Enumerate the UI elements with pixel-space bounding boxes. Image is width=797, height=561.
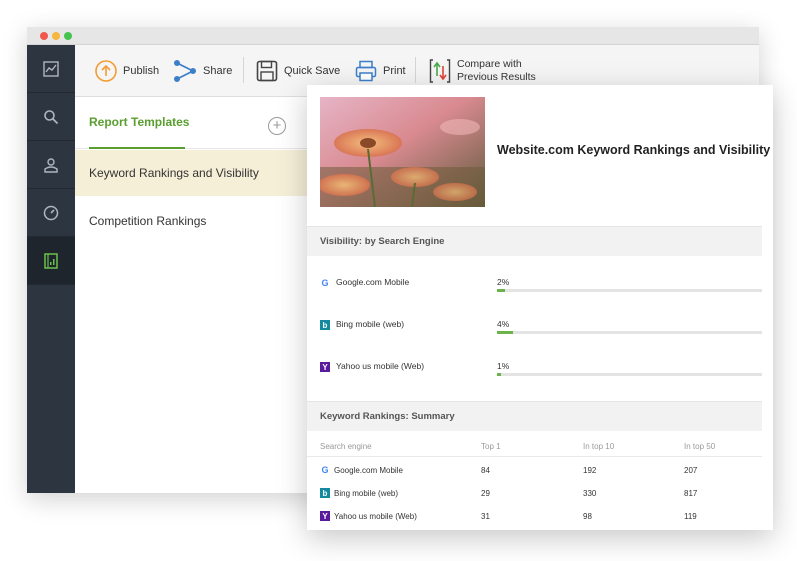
- visibility-bar-track: [497, 289, 762, 292]
- visibility-bar-fill: [497, 373, 501, 376]
- report-preview: Website.com Keyword Rankings and Visibil…: [307, 85, 773, 530]
- yahoo-icon: Y: [320, 362, 330, 372]
- top10-value: 98: [583, 512, 592, 521]
- engine-name: Google.com Mobile: [336, 277, 410, 287]
- engine-name: Yahoo us mobile (Web): [334, 512, 417, 521]
- save-icon: [256, 60, 278, 82]
- chart-line-icon: [43, 60, 59, 77]
- top10-value: 192: [583, 466, 597, 475]
- report-cover-image: [320, 97, 485, 207]
- share-button[interactable]: Share: [173, 45, 232, 97]
- share-icon: [174, 60, 196, 82]
- nav-reports-button[interactable]: [27, 237, 75, 285]
- visibility-bar-fill: [497, 331, 513, 334]
- bing-icon: b: [320, 320, 330, 330]
- toolbar-divider: [243, 57, 244, 83]
- quick-save-label: Quick Save: [284, 65, 341, 77]
- top50-value: 207: [684, 466, 698, 475]
- user-icon: [44, 157, 58, 173]
- column-header: Search engine: [320, 442, 372, 451]
- compare-label-line2: Previous Results: [457, 71, 536, 83]
- search-icon: [44, 109, 59, 124]
- active-tab-underline: [89, 147, 185, 149]
- report-icon: [44, 252, 58, 269]
- report-templates-panel: Report Templates + Keyword Rankings and …: [75, 97, 307, 493]
- column-header: In top 50: [684, 442, 716, 451]
- close-window-button[interactable]: [40, 32, 48, 40]
- maximize-window-button[interactable]: [64, 32, 72, 40]
- visibility-bar-fill: [497, 289, 505, 292]
- visibility-percent: 1%: [497, 361, 510, 371]
- top1-value: 31: [481, 512, 490, 521]
- engine-name: Bing mobile (web): [336, 319, 405, 329]
- top50-value: 119: [684, 512, 697, 521]
- visibility-bar-track: [497, 331, 762, 334]
- google-icon: G: [321, 278, 329, 288]
- compare-label: Compare with Previous Results: [457, 58, 536, 84]
- top1-value: 84: [481, 466, 490, 475]
- visibility-percent: 4%: [497, 319, 510, 329]
- google-icon: G: [321, 465, 329, 475]
- title-bar: [27, 27, 759, 45]
- template-item-label: Keyword Rankings and Visibility: [89, 166, 259, 180]
- nav-rankings-button[interactable]: [27, 45, 75, 93]
- visibility-section-heading: Visibility: by Search Engine: [307, 226, 762, 256]
- top1-value: 29: [481, 489, 490, 498]
- print-icon: [355, 60, 377, 82]
- templates-title[interactable]: Report Templates: [89, 115, 189, 129]
- toolbar-divider: [415, 57, 416, 83]
- publish-label: Publish: [123, 65, 160, 77]
- visibility-percent: 2%: [497, 277, 510, 287]
- top50-value: 817: [684, 489, 698, 498]
- visibility-row: G Google.com Mobile 2%: [307, 263, 762, 305]
- engine-name: Yahoo us mobile (Web): [336, 361, 425, 371]
- gauge-icon: [43, 205, 59, 220]
- table-row: Y Yahoo us mobile (Web) 31 98 119: [307, 505, 762, 528]
- yahoo-icon: Y: [320, 511, 330, 521]
- nav-audit-button[interactable]: [27, 189, 75, 237]
- publish-button[interactable]: Publish: [95, 45, 159, 97]
- table-row: G Google.com Mobile 84 192 207: [307, 459, 762, 482]
- column-header: Top 1: [481, 442, 501, 451]
- engine-name: Google.com Mobile: [334, 466, 403, 475]
- compare-label-line1: Compare with: [457, 58, 522, 70]
- plus-circle-icon[interactable]: +: [268, 117, 286, 135]
- bing-icon: b: [320, 488, 330, 498]
- upload-icon: [95, 60, 117, 82]
- engine-name: Bing mobile (web): [334, 489, 399, 498]
- table-row: b Bing mobile (web) 29 330 817: [307, 482, 762, 505]
- print-label: Print: [383, 65, 406, 77]
- templates-header: Report Templates +: [75, 97, 307, 149]
- compare-icon: [429, 59, 451, 83]
- nav-user-button[interactable]: [27, 141, 75, 189]
- table-header-row: Search engine Top 1 In top 10 In top 50: [307, 435, 762, 457]
- template-item-label: Competition Rankings: [89, 214, 207, 228]
- top10-value: 330: [583, 489, 597, 498]
- template-item-keyword-rankings[interactable]: Keyword Rankings and Visibility: [75, 150, 307, 196]
- nav-search-button[interactable]: [27, 93, 75, 141]
- visibility-row: b Bing mobile (web) 4%: [307, 305, 762, 347]
- template-item-competition-rankings[interactable]: Competition Rankings: [75, 198, 307, 244]
- minimize-window-button[interactable]: [52, 32, 60, 40]
- visibility-bar-track: [497, 373, 762, 376]
- visibility-row: Y Yahoo us mobile (Web) 1%: [307, 347, 762, 389]
- rankings-section-heading: Keyword Rankings: Summary: [307, 401, 762, 431]
- column-header: In top 10: [583, 442, 615, 451]
- share-label: Share: [203, 65, 233, 77]
- left-navigation: [27, 45, 75, 493]
- report-title: Website.com Keyword Rankings and Visibil…: [497, 143, 771, 157]
